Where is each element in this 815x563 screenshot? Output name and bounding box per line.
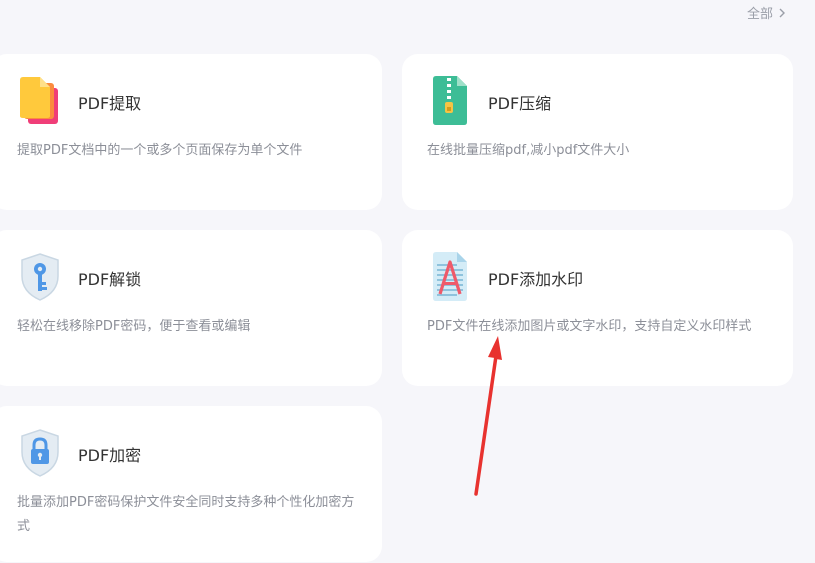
tools-page: 全部 PDF提取 提取PDF文档中的一个或多个页面保存为单个文件 PDF压缩 在… [0,0,815,563]
card-title: PDF加密 [78,446,142,465]
watermark-document-icon [429,252,473,304]
card-description: 提取PDF文档中的一个或多个页面保存为单个文件 [17,143,303,158]
card-title: PDF解锁 [78,270,142,289]
card-title: PDF添加水印 [488,270,584,289]
chevron-right-icon [777,6,787,20]
card-pdf-watermark[interactable]: PDF添加水印 PDF文件在线添加图片或文字水印，支持自定义水印样式 [402,230,793,386]
card-pdf-compress[interactable]: PDF压缩 在线批量压缩pdf,减小pdf文件大小 [402,54,793,210]
card-pdf-unlock[interactable]: PDF解锁 轻松在线移除PDF密码，便于查看或编辑 [0,230,382,386]
card-pdf-extract[interactable]: PDF提取 提取PDF文档中的一个或多个页面保存为单个文件 [0,54,382,210]
view-all-label: 全部 [747,7,774,22]
card-title: PDF压缩 [488,94,552,113]
card-description: 批量添加PDF密码保护文件安全同时支持多种个性化加密方式 [17,495,355,534]
card-title: PDF提取 [78,94,142,113]
card-description: PDF文件在线添加图片或文字水印，支持自定义水印样式 [427,319,752,334]
card-description: 轻松在线移除PDF密码，便于查看或编辑 [17,319,251,334]
pages-extract-icon [18,76,62,128]
shield-lock-icon [18,428,62,480]
card-pdf-encrypt[interactable]: PDF加密 批量添加PDF密码保护文件安全同时支持多种个性化加密方式 [0,406,382,562]
shield-key-icon [18,252,62,304]
zip-file-icon [429,76,473,128]
card-description: 在线批量压缩pdf,减小pdf文件大小 [427,143,630,158]
view-all-link[interactable]: 全部 [747,3,787,22]
